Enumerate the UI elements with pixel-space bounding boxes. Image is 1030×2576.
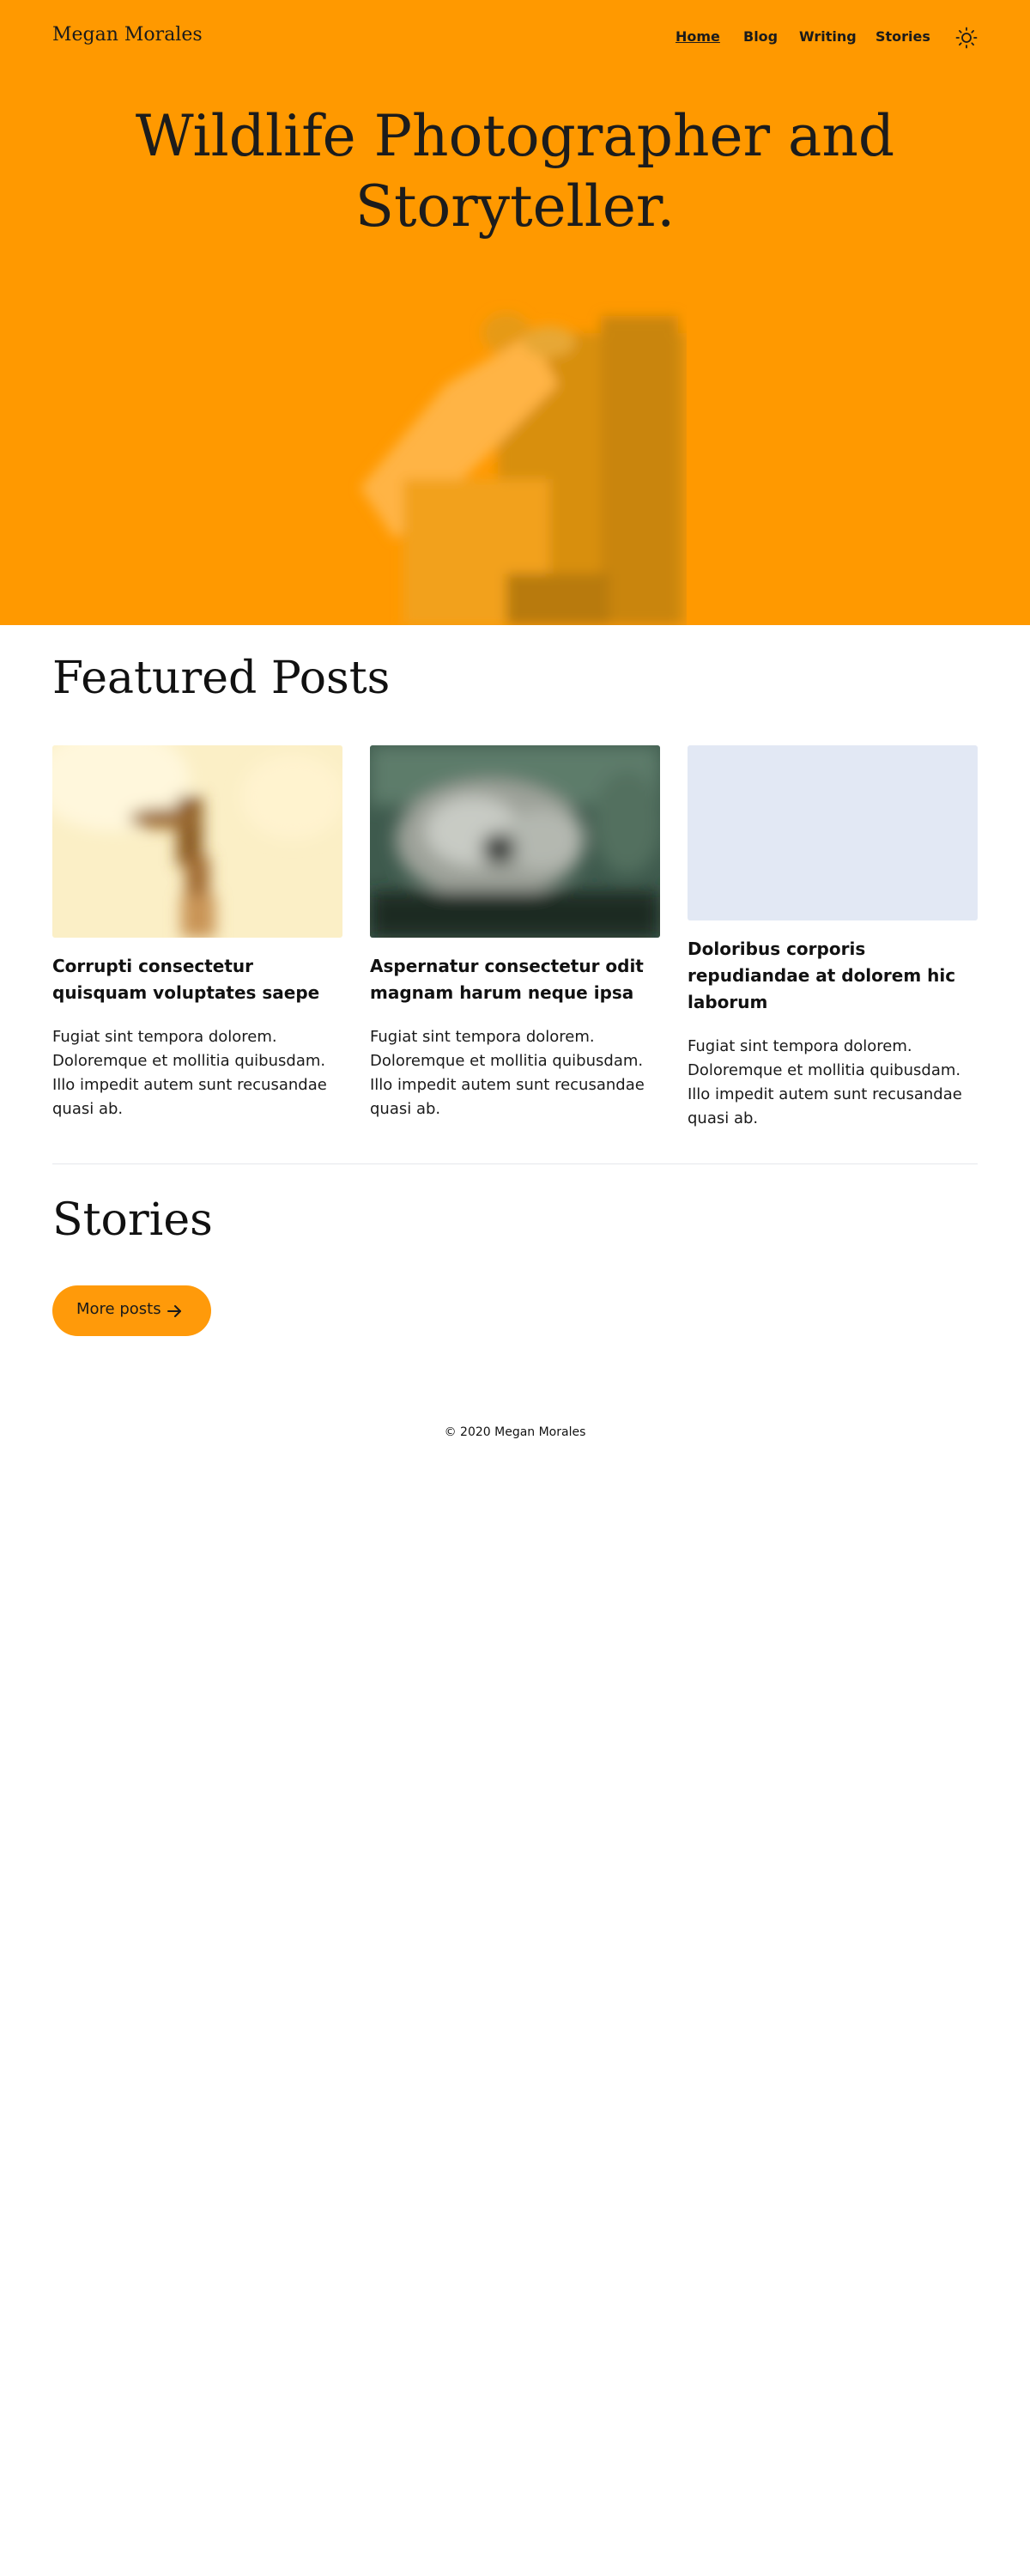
section-divider (52, 1163, 978, 1164)
post-thumbnail-placeholder[interactable] (688, 745, 978, 920)
arrow-right-icon (167, 1305, 181, 1317)
post-thumbnail[interactable] (52, 745, 342, 938)
copyright-text: © 2020 Megan Morales (444, 1425, 586, 1439)
sun-icon (955, 27, 978, 49)
post-excerpt: Fugiat sint tempora dolorem. Doloremque … (52, 1028, 327, 1118)
nav-link-stories[interactable]: Stories (876, 28, 930, 45)
post-excerpt: Fugiat sint tempora dolorem. Doloremque … (688, 1037, 962, 1127)
post-title[interactable]: Aspernatur consectetur odit magnam harum… (370, 953, 660, 1006)
hero-title-line-1: Wildlife Photographer and (135, 103, 895, 169)
post-title[interactable]: Doloribus corporis repudiandae at dolore… (688, 936, 978, 1016)
nav-link-blog[interactable]: Blog (743, 28, 778, 45)
nav-link-writing[interactable]: Writing (799, 28, 857, 45)
featured-posts-heading: Featured Posts (52, 653, 391, 704)
koala-image (370, 745, 660, 938)
stories-heading: Stories (52, 1194, 213, 1246)
featured-post-card[interactable]: Corrupti consectetur quisquam voluptates… (52, 745, 342, 1121)
more-posts-label: More posts (76, 1300, 161, 1318)
hero-title-line-2: Storyteller. (354, 173, 676, 240)
hero-title: Wildlife Photographer and Storyteller. (86, 101, 944, 242)
post-title[interactable]: Corrupti consectetur quisquam voluptates… (52, 953, 342, 1006)
more-posts-button[interactable]: More posts (52, 1285, 211, 1336)
giraffe-image (52, 745, 342, 938)
nav-link-home[interactable]: Home (676, 28, 720, 45)
post-excerpt: Fugiat sint tempora dolorem. Doloremque … (370, 1028, 645, 1118)
theme-toggle-button[interactable] (955, 27, 978, 49)
main-nav: Home Blog Writing Stories (0, 28, 1030, 49)
footer: © 2020 Megan Morales (0, 1425, 1030, 1439)
featured-post-card[interactable]: Aspernatur consectetur odit magnam harum… (370, 745, 660, 1121)
featured-post-card[interactable]: Doloribus corporis repudiandae at dolore… (688, 745, 978, 1131)
hero-photographer-image (343, 282, 687, 625)
hero-section: Megan Morales Home Blog Writing Stories … (0, 0, 1030, 625)
post-thumbnail[interactable] (370, 745, 660, 938)
